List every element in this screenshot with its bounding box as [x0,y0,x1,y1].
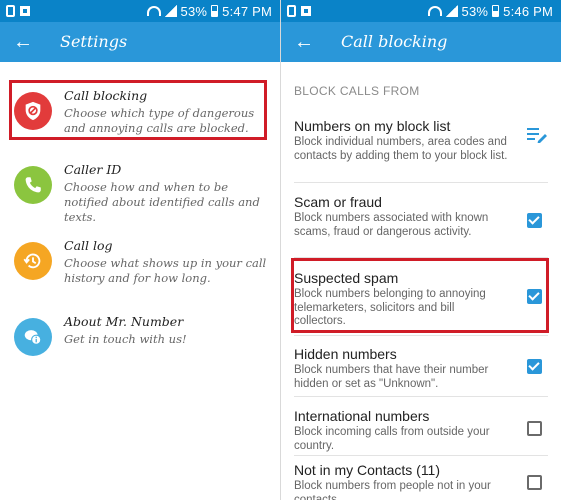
divider [294,396,548,397]
settings-screen: 53% 5:47 PM ← Settings Call blocking Cho… [0,0,280,500]
back-arrow-icon[interactable]: ← [12,31,34,53]
settings-item-desc: Choose how and when to be notified about… [64,180,260,224]
divider [294,182,548,183]
signal-icon [164,5,177,17]
settings-item-caller-id[interactable]: Caller ID Choose how and when to be noti… [0,154,280,224]
battery-percent: 53% [180,3,208,19]
option-title: Suspected spam [294,270,399,286]
battery-icon [211,5,219,17]
battery-icon [492,5,500,17]
option-desc: Block individual numbers, area codes and… [294,136,508,162]
settings-item-desc: Get in touch with us! [64,332,187,346]
block-option-scam[interactable]: Scam or fraud Block numbers associated w… [281,192,561,256]
phone-notification-icon [6,5,15,17]
block-option-block-list[interactable]: Numbers on my block list Block individua… [281,116,561,180]
option-desc: Block incoming calls from outside your c… [294,426,490,452]
block-option-suspected-spam[interactable]: Suspected spam Block numbers belonging t… [281,268,561,332]
settings-item-desc: Choose which type of dangerous and annoy… [64,106,255,135]
hidden-checkbox[interactable] [527,359,542,374]
option-title: Numbers on my block list [294,118,451,134]
settings-item-title: Call blocking [64,88,148,103]
history-icon [14,242,52,280]
call-blocking-screen: 53% 5:46 PM ← Call blocking BLOCK CALLS … [281,0,561,500]
spam-checkbox[interactable] [527,289,542,304]
status-bar: 53% 5:47 PM [0,0,280,22]
divider [294,335,548,336]
clock: 5:47 PM [222,3,272,19]
settings-item-desc: Choose what shows up in your call histor… [64,256,267,285]
clock: 5:46 PM [503,3,553,19]
settings-item-call-log[interactable]: Call log Choose what shows up in your ca… [0,230,280,300]
edit-list-icon[interactable] [527,127,547,143]
status-bar: 53% 5:46 PM [281,0,561,22]
option-desc: Block numbers belonging to annoying tele… [294,288,486,327]
option-title: Scam or fraud [294,194,382,210]
wifi-icon [146,6,161,16]
block-option-hidden[interactable]: Hidden numbers Block numbers that have t… [281,344,561,396]
divider [294,257,548,258]
back-arrow-icon[interactable]: ← [293,31,315,53]
option-desc: Block numbers that have their number hid… [294,364,489,390]
chat-info-icon [14,318,52,356]
option-desc: Block numbers from people not in your co… [294,480,491,500]
settings-item-title: Call log [64,238,113,253]
scam-checkbox[interactable] [527,213,542,228]
phone-icon [14,166,52,204]
option-desc: Block numbers associated with known scam… [294,212,489,238]
page-title: Call blocking [341,32,448,51]
wifi-icon [427,6,442,16]
option-title: Hidden numbers [294,346,397,362]
page-title: Settings [60,32,128,51]
settings-item-call-blocking[interactable]: Call blocking Choose which type of dange… [0,80,280,150]
section-header: BLOCK CALLS FROM [294,84,420,98]
option-title: Not in my Contacts (11) [294,462,441,478]
shield-block-icon [14,92,52,130]
settings-item-title: About Mr. Number [64,314,184,329]
app-bar: ← Settings [0,22,280,62]
block-option-international[interactable]: International numbers Block incoming cal… [281,406,561,454]
settings-item-title: Caller ID [64,162,122,177]
international-checkbox[interactable] [527,421,542,436]
settings-item-about[interactable]: About Mr. Number Get in touch with us! [0,306,280,376]
contacts-checkbox[interactable] [527,475,542,490]
battery-percent: 53% [461,3,489,19]
signal-icon [445,5,458,17]
divider [294,455,548,456]
block-option-not-in-contacts[interactable]: Not in my Contacts (11) Block numbers fr… [281,460,561,500]
app-bar: ← Call blocking [281,22,561,62]
flag-notification-icon [301,6,311,16]
phone-notification-icon [287,5,296,17]
flag-notification-icon [20,6,30,16]
option-title: International numbers [294,408,430,424]
